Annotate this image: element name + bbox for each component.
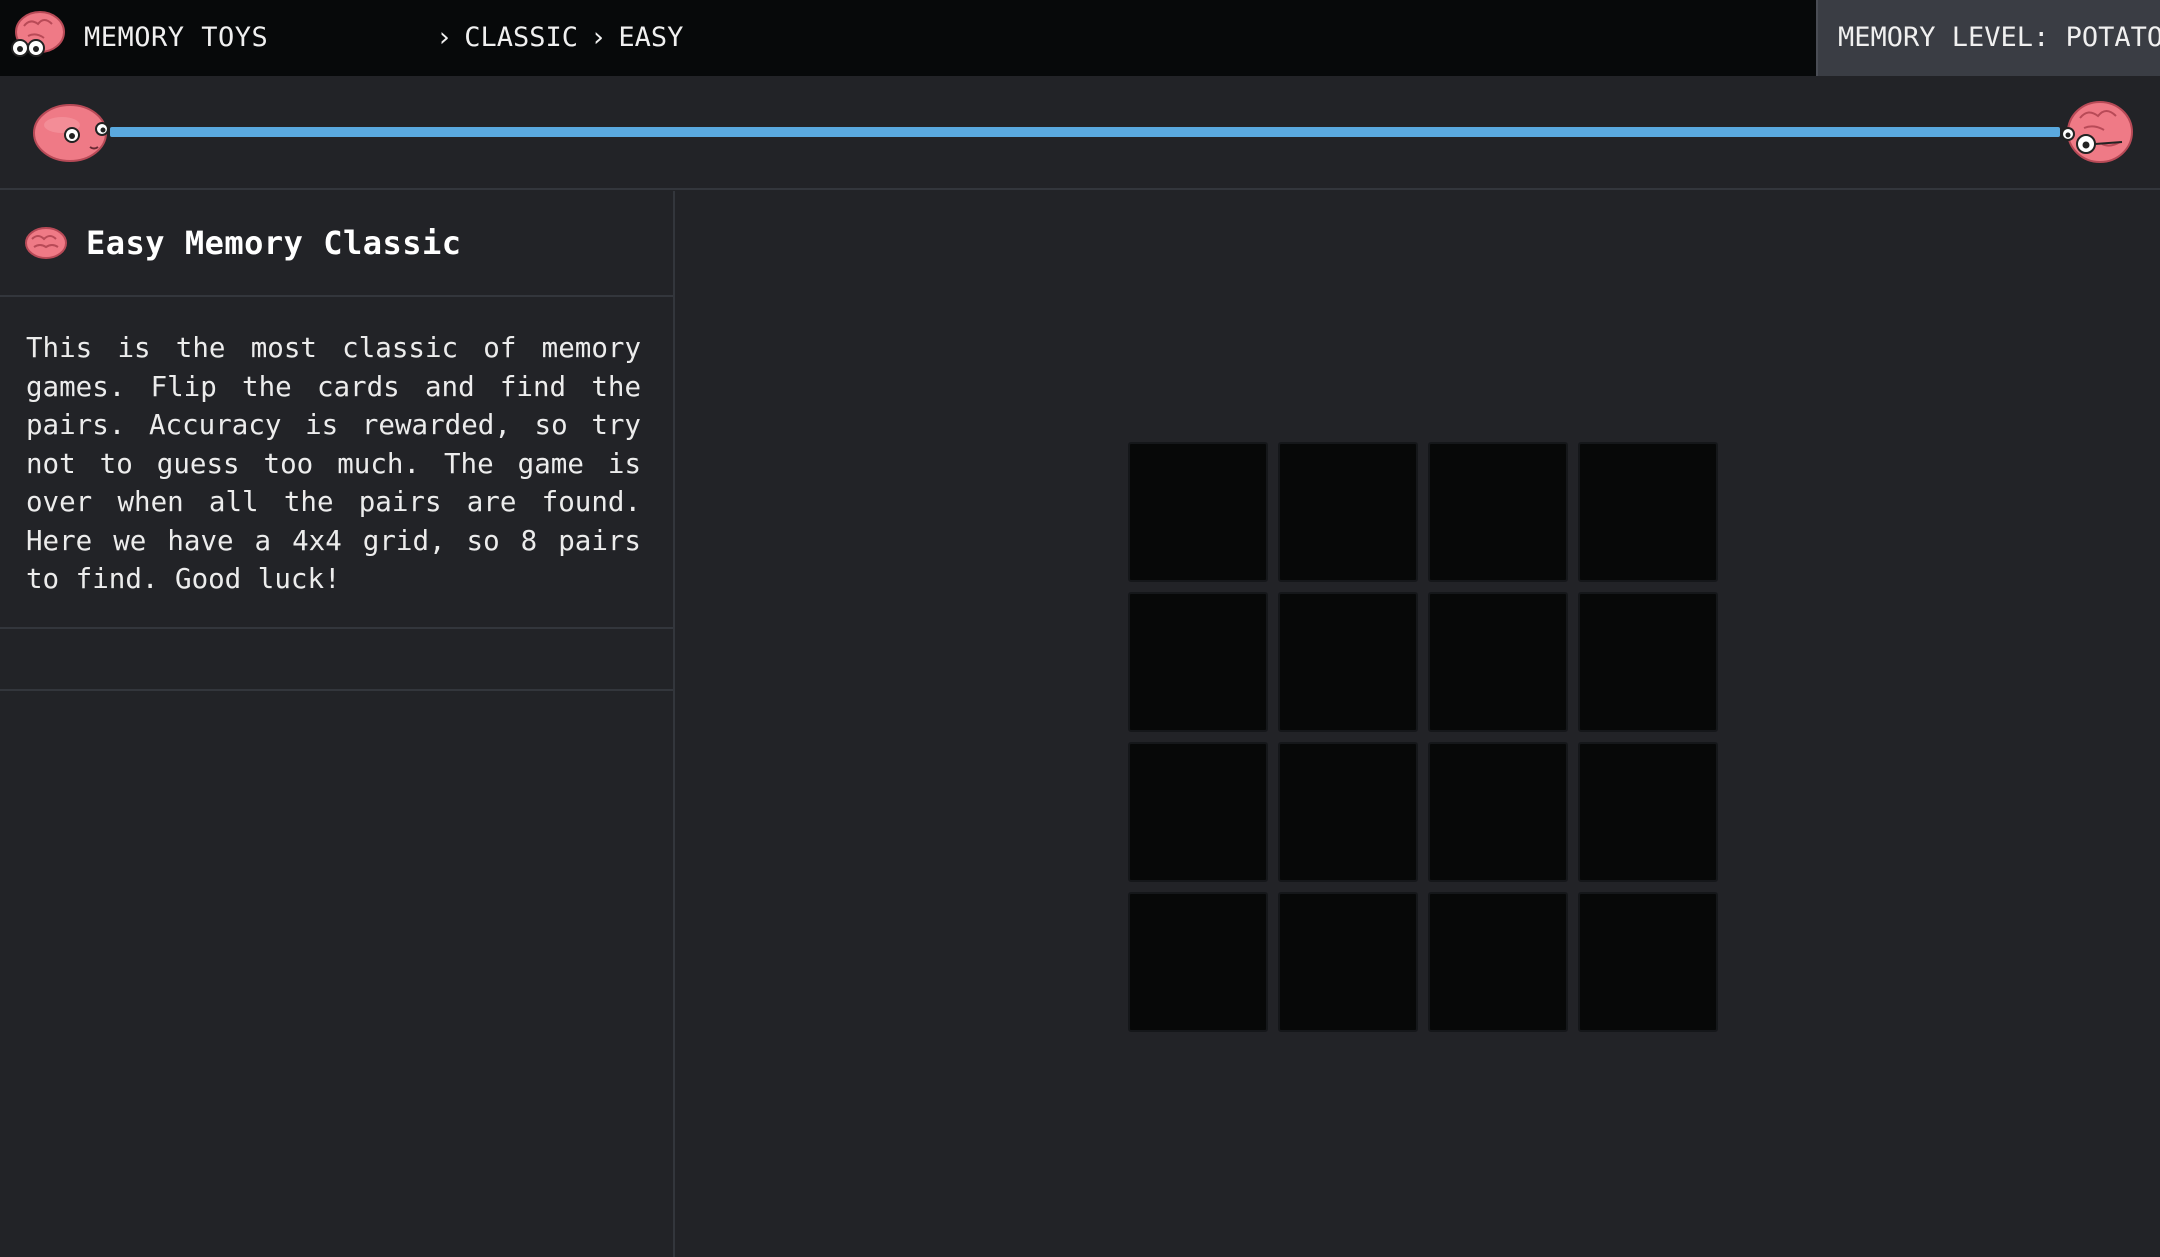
memory-card[interactable]: [1428, 442, 1568, 582]
memory-card[interactable]: [1128, 592, 1268, 732]
brain-with-glasses-icon: [2061, 101, 2133, 163]
memory-board: [1128, 442, 1720, 1034]
memory-card[interactable]: [1128, 892, 1268, 1032]
game-description: This is the most classic of memory games…: [0, 297, 673, 629]
memory-card[interactable]: [1128, 442, 1268, 582]
memory-card[interactable]: [1278, 442, 1418, 582]
memory-level-value: POTATO: [2065, 22, 2160, 53]
progress-strip: [0, 76, 2160, 190]
memory-card[interactable]: [1578, 742, 1718, 882]
brand-link[interactable]: MEMORY TOYS: [84, 0, 268, 76]
happy-brain-icon: [33, 104, 109, 162]
sidebar-empty-row: [0, 629, 673, 691]
memory-card[interactable]: [1578, 892, 1718, 1032]
memory-card[interactable]: [1278, 892, 1418, 1032]
sidebar-header: Easy Memory Classic: [0, 191, 673, 297]
breadcrumb-separator: ›: [590, 22, 607, 53]
memory-level-label: MEMORY LEVEL:: [1838, 22, 2050, 53]
memory-card[interactable]: [1578, 592, 1718, 732]
brain-icon: [25, 227, 67, 259]
memory-card[interactable]: [1128, 742, 1268, 882]
memory-card[interactable]: [1278, 592, 1418, 732]
progress-track: [110, 127, 2060, 137]
memory-card[interactable]: [1428, 592, 1568, 732]
memory-card[interactable]: [1428, 742, 1568, 882]
breadcrumb: › CLASSIC › EASY: [436, 0, 683, 76]
breadcrumb-separator: ›: [436, 22, 453, 53]
memory-level-badge: MEMORY LEVEL: POTATO: [1816, 0, 2160, 76]
brain-with-glasses-icon[interactable]: [6, 8, 66, 64]
page-title: Easy Memory Classic: [86, 224, 462, 262]
breadcrumb-classic[interactable]: CLASSIC: [464, 0, 578, 76]
memory-card[interactable]: [1428, 892, 1568, 1032]
memory-card[interactable]: [1578, 442, 1718, 582]
breadcrumb-easy[interactable]: EASY: [618, 0, 683, 76]
sidebar: Easy Memory Classic This is the most cla…: [0, 191, 675, 1257]
memory-card[interactable]: [1278, 742, 1418, 882]
progress-fill: [110, 127, 2060, 137]
top-bar: MEMORY TOYS › CLASSIC › EASY MEMORY LEVE…: [0, 0, 2160, 76]
